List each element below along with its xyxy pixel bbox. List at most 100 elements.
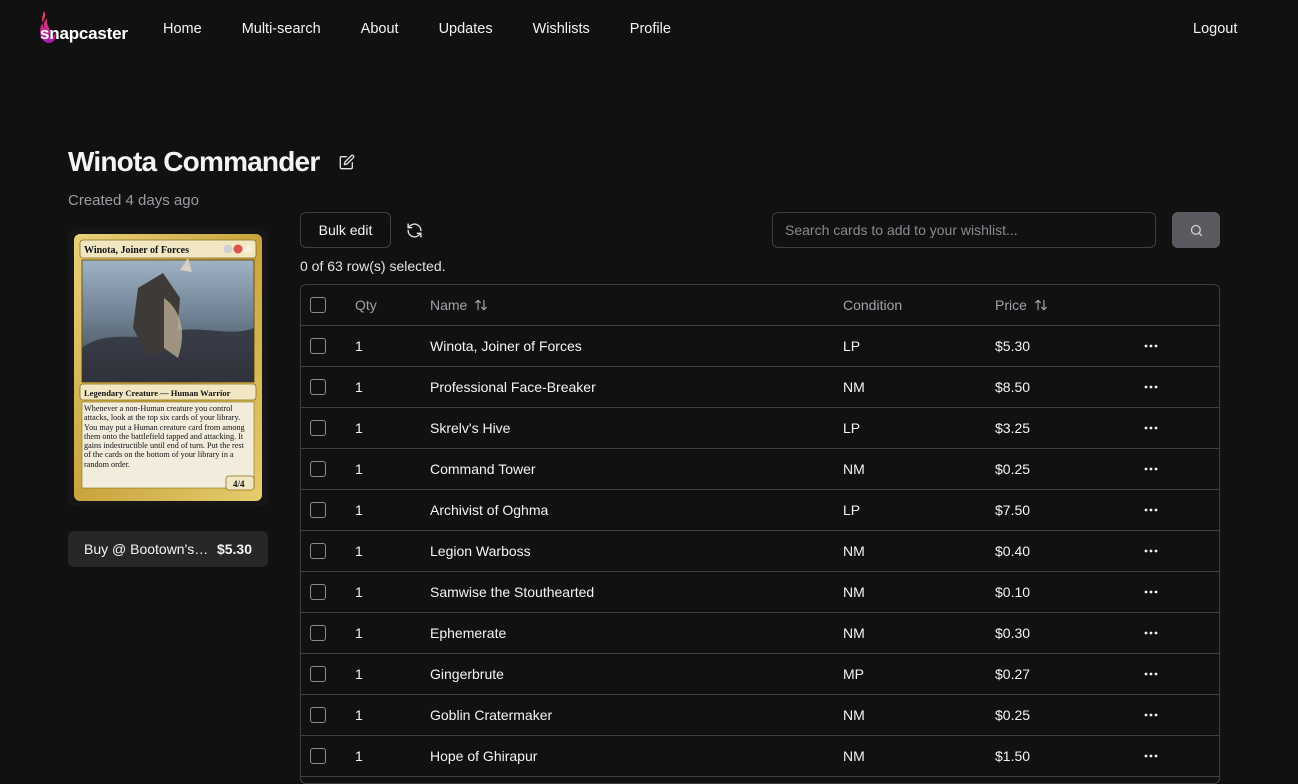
- row-price: $0.40: [995, 543, 1031, 559]
- nav-multi-search[interactable]: Multi-search: [242, 21, 321, 37]
- logo[interactable]: snapcaster: [36, 10, 132, 46]
- nav-wishlists[interactable]: Wishlists: [533, 21, 590, 37]
- table-row: 1 Skrelv's Hive LP $3.25: [301, 408, 1219, 449]
- nav-profile[interactable]: Profile: [630, 21, 671, 37]
- row-price: $7.50: [995, 502, 1031, 518]
- select-all-checkbox[interactable]: [310, 297, 326, 313]
- row-price: $0.25: [995, 461, 1031, 477]
- row-price: $0.30: [995, 625, 1031, 641]
- row-qty: 1: [355, 625, 363, 641]
- row-condition: NM: [843, 584, 865, 600]
- more-actions-icon[interactable]: [1143, 666, 1159, 682]
- card-image: Winota, Joiner of Forces Legendary Creat…: [68, 228, 268, 507]
- row-name[interactable]: Ephemerate: [430, 625, 506, 641]
- row-checkbox[interactable]: [310, 420, 326, 436]
- row-checkbox[interactable]: [310, 461, 326, 477]
- page-title: Winota Commander: [68, 146, 320, 177]
- table-row: 1 Legion Warboss NM $0.40: [301, 531, 1219, 572]
- table-row: 1 Command Tower NM $0.25: [301, 449, 1219, 490]
- buy-price: $5.30: [216, 541, 252, 557]
- row-price: $1.50: [995, 748, 1031, 764]
- row-checkbox[interactable]: [310, 625, 326, 641]
- card-rules-text: Whenever a non-Human creature you contro…: [84, 404, 245, 469]
- more-actions-icon[interactable]: [1143, 748, 1159, 764]
- row-name[interactable]: Command Tower: [430, 461, 536, 477]
- row-name[interactable]: Archivist of Oghma: [430, 502, 548, 518]
- row-qty: 1: [355, 543, 363, 559]
- nav-updates[interactable]: Updates: [439, 21, 493, 37]
- column-name-label: Name: [430, 297, 468, 313]
- row-name[interactable]: Skrelv's Hive: [430, 420, 510, 436]
- more-actions-icon[interactable]: [1143, 707, 1159, 723]
- table-header: Qty Name Condition Price: [301, 285, 1219, 326]
- row-checkbox[interactable]: [310, 707, 326, 723]
- row-price: $8.50: [995, 379, 1031, 395]
- table-row: 1 Hope of Ghirapur NM $1.50: [301, 736, 1219, 777]
- row-condition: LP: [843, 338, 861, 354]
- row-condition: NM: [843, 379, 865, 395]
- more-actions-icon[interactable]: [1143, 379, 1159, 395]
- bulk-edit-button[interactable]: Bulk edit: [300, 212, 391, 248]
- row-checkbox[interactable]: [310, 543, 326, 559]
- buy-button[interactable]: Buy @ Bootown's Games $5.30: [68, 531, 268, 567]
- table-row: 1 Professional Face-Breaker NM $8.50: [301, 367, 1219, 408]
- row-qty: 1: [355, 748, 363, 764]
- row-condition: LP: [843, 420, 861, 436]
- more-actions-icon[interactable]: [1143, 502, 1159, 518]
- more-actions-icon[interactable]: [1143, 338, 1159, 354]
- row-qty: 1: [355, 461, 363, 477]
- edit-icon[interactable]: [339, 154, 355, 170]
- row-name[interactable]: Hope of Ghirapur: [430, 748, 537, 764]
- row-checkbox[interactable]: [310, 584, 326, 600]
- more-actions-icon[interactable]: [1143, 584, 1159, 600]
- row-checkbox[interactable]: [310, 502, 326, 518]
- wishlist-table: Qty Name Condition Price 1 Winota, Joine…: [300, 284, 1220, 784]
- row-name[interactable]: Winota, Joiner of Forces: [430, 338, 582, 354]
- row-qty: 1: [355, 379, 363, 395]
- buy-store-label: Buy @ Bootown's Games: [84, 541, 211, 557]
- row-qty: 1: [355, 666, 363, 682]
- table-row: 1 Archivist of Oghma LP $7.50: [301, 490, 1219, 531]
- search-button[interactable]: [1172, 212, 1220, 248]
- row-checkbox[interactable]: [310, 666, 326, 682]
- row-checkbox[interactable]: [310, 338, 326, 354]
- nav-about[interactable]: About: [361, 21, 399, 37]
- table-row: 1 Samwise the Stouthearted NM $0.10: [301, 572, 1219, 613]
- row-checkbox[interactable]: [310, 748, 326, 764]
- column-qty: Qty: [355, 297, 377, 313]
- logo-text: snapcaster: [40, 24, 128, 43]
- row-qty: 1: [355, 707, 363, 723]
- search-input[interactable]: [772, 212, 1156, 248]
- more-actions-icon[interactable]: [1143, 461, 1159, 477]
- top-nav: snapcaster Home Multi-search About Updat…: [0, 0, 1298, 60]
- more-actions-icon[interactable]: [1143, 543, 1159, 559]
- card-name-text: Winota, Joiner of Forces: [84, 245, 189, 256]
- row-name[interactable]: Goblin Cratermaker: [430, 707, 552, 723]
- column-condition: Condition: [843, 297, 903, 313]
- sort-icon: [1035, 299, 1047, 311]
- row-name[interactable]: Samwise the Stouthearted: [430, 584, 594, 600]
- row-price: $0.27: [995, 666, 1031, 682]
- row-name[interactable]: Legion Warboss: [430, 543, 531, 559]
- logout-link[interactable]: Logout: [1193, 21, 1237, 37]
- sort-icon: [475, 299, 488, 311]
- more-actions-icon[interactable]: [1143, 420, 1159, 436]
- nav-links: Home Multi-search About Updates Wishlist…: [163, 21, 711, 37]
- row-qty: 1: [355, 584, 363, 600]
- refresh-icon[interactable]: [406, 222, 423, 239]
- column-name[interactable]: Name: [430, 297, 488, 313]
- row-condition: NM: [843, 707, 865, 723]
- row-qty: 1: [355, 338, 363, 354]
- more-actions-icon[interactable]: [1143, 625, 1159, 641]
- nav-home[interactable]: Home: [163, 21, 202, 37]
- row-qty: 1: [355, 502, 363, 518]
- row-checkbox[interactable]: [310, 379, 326, 395]
- table-row: 1 Winota, Joiner of Forces LP $5.30: [301, 326, 1219, 367]
- column-price[interactable]: Price: [995, 297, 1048, 313]
- row-condition: NM: [843, 625, 865, 641]
- row-name[interactable]: Professional Face-Breaker: [430, 379, 596, 395]
- row-condition: MP: [843, 666, 864, 682]
- row-name[interactable]: Gingerbrute: [430, 666, 504, 682]
- table-row: 1 Gingerbrute MP $0.27: [301, 654, 1219, 695]
- row-price: $0.10: [995, 584, 1031, 600]
